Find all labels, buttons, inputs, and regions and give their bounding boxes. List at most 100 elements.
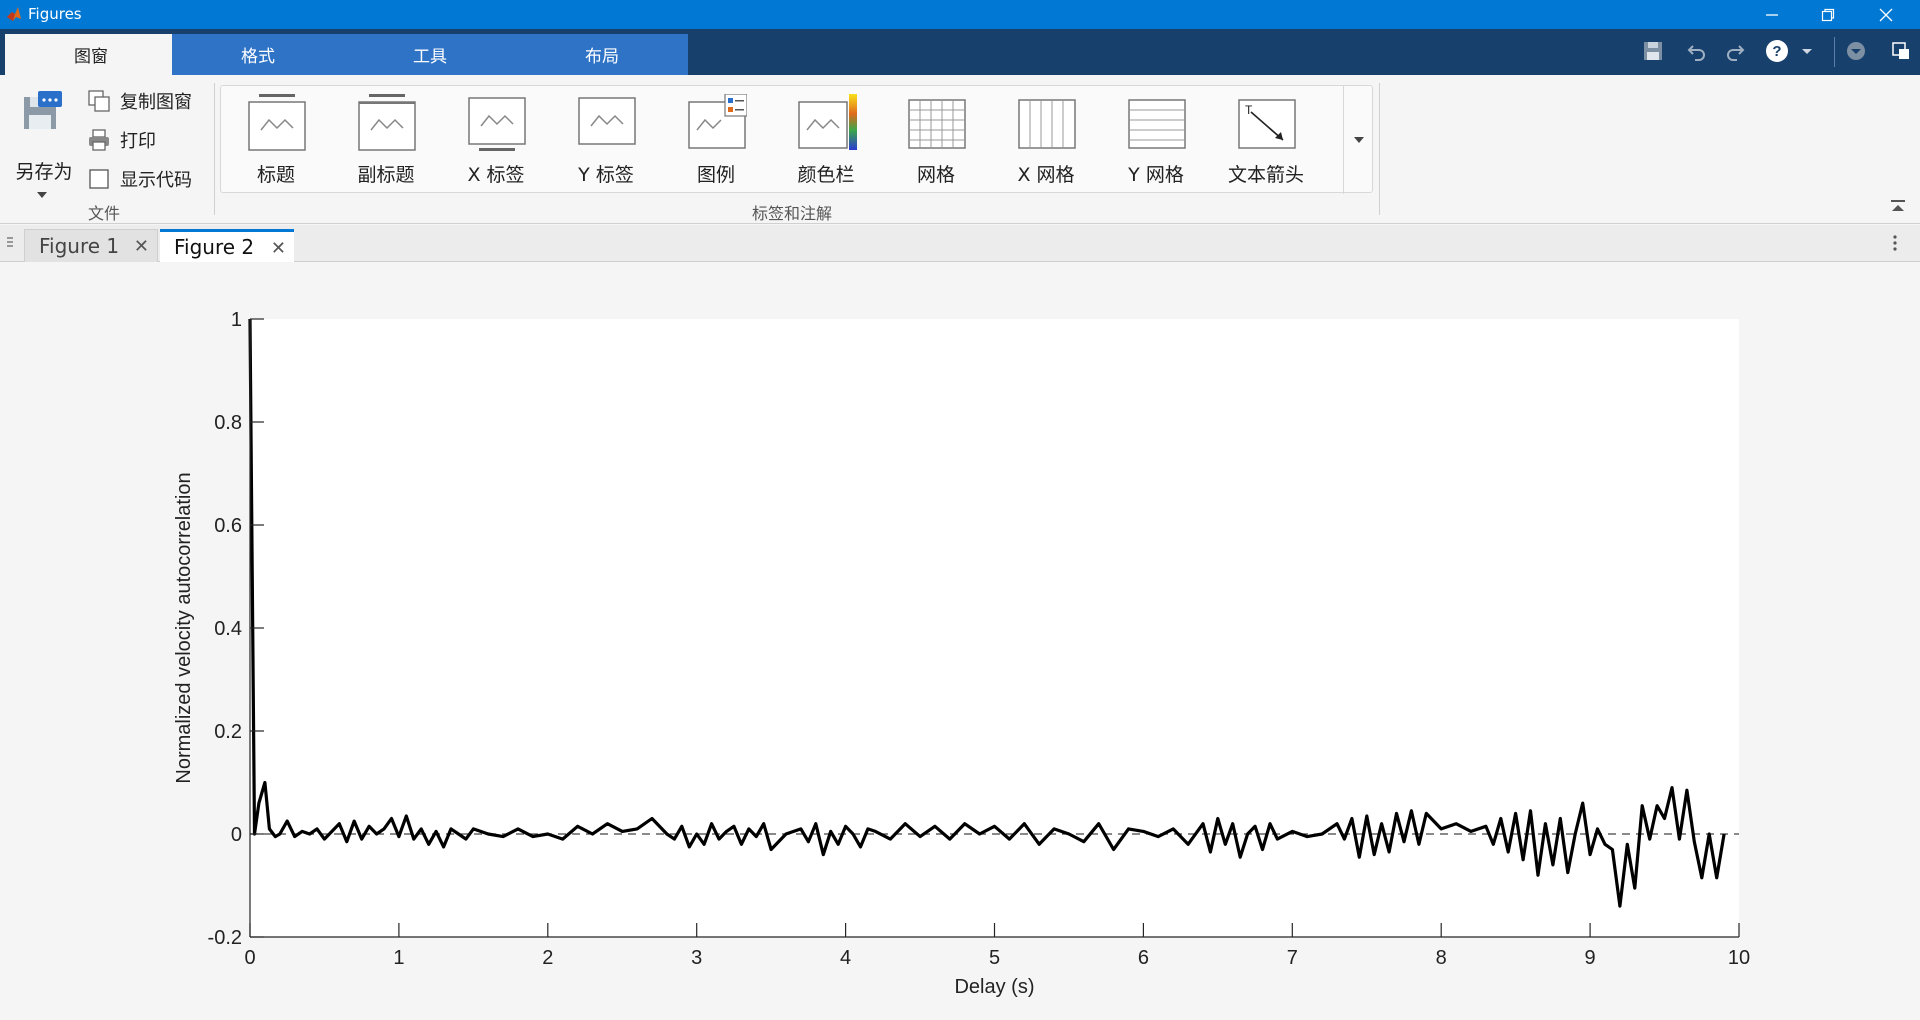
subtitle-button[interactable]: 副标题 — [331, 86, 441, 194]
x-tick-label: 5 — [989, 947, 1000, 969]
section-divider — [1379, 83, 1380, 215]
x-tick-label: 3 — [691, 947, 702, 969]
show-code-checkbox[interactable]: 显示代码 — [86, 163, 192, 195]
y-tick-label: 0.6 — [214, 515, 242, 537]
x-tick-label: 2 — [542, 947, 553, 969]
print-label: 打印 — [120, 131, 156, 152]
x-tick-label: 8 — [1436, 947, 1447, 969]
collapse-ribbon-icon — [1891, 200, 1905, 211]
y-tick-label: 0.4 — [214, 618, 242, 640]
text-arrow-button-label: 文本箭头 — [1227, 164, 1304, 186]
copy-icon — [86, 88, 112, 114]
close-tab-icon[interactable]: ✕ — [271, 238, 286, 259]
redo-icon — [1727, 45, 1745, 61]
title-bar: Figures — [0, 0, 1920, 29]
subtitle-button-label: 副标题 — [357, 164, 415, 186]
checkbox-icon[interactable] — [86, 166, 112, 192]
restore-icon — [1821, 8, 1835, 21]
tab-layout[interactable]: 布局 — [516, 34, 688, 75]
subtitle-icon — [358, 94, 416, 151]
text-arrow-icon: T — [1238, 99, 1296, 149]
xgrid-button[interactable]: X 网格 — [991, 86, 1101, 194]
vertical-ellipsis-icon — [1893, 235, 1897, 251]
help-button[interactable]: ? — [1764, 38, 1790, 64]
legend-icon — [688, 94, 747, 149]
x-tick-label: 1 — [393, 947, 404, 969]
figure-tab-1-label: Figure 1 — [39, 234, 120, 258]
ygrid-icon — [1128, 99, 1186, 149]
undock-button[interactable] — [1888, 38, 1914, 64]
close-window-button[interactable] — [1858, 0, 1914, 29]
ribbon-tab-strip: 图窗 格式 工具 布局 ? — [0, 29, 1920, 75]
file-section-label: 文件 — [88, 204, 121, 223]
ylabel-button-label: Y 标签 — [578, 164, 634, 186]
y-axis-label: Normalized velocity autocorrelation — [173, 472, 195, 783]
chevron-down-icon — [37, 192, 47, 198]
y-tick-label: 0.2 — [214, 721, 242, 743]
window-title: Figures — [28, 5, 82, 23]
more-options-button[interactable] — [1892, 233, 1900, 253]
grid-button[interactable]: 网格 — [881, 86, 991, 194]
drag-handle-icon[interactable] — [6, 235, 14, 251]
figure-tab-2[interactable]: Figure 2 ✕ — [160, 229, 294, 262]
close-icon — [1879, 8, 1893, 21]
xgrid-button-label: X 网格 — [1017, 164, 1075, 186]
title-icon — [248, 94, 306, 151]
line-chart[interactable]: 0 1 2 3 4 5 6 7 8 9 10-0.200.20.40.60.81 Delay (s)… — [0, 262, 1920, 1020]
x-tick-label: 6 — [1138, 947, 1149, 969]
xlabel-icon — [468, 97, 526, 151]
xlabel-button-label: X 标签 — [467, 164, 525, 186]
y-tick-label: 1 — [231, 309, 242, 331]
tab-figure[interactable]: 图窗 — [5, 34, 177, 75]
x-tick-label: 4 — [840, 947, 851, 969]
tab-format[interactable]: 格式 — [172, 34, 344, 75]
save-as-label: 另存为 — [15, 161, 73, 183]
quick-save-button[interactable] — [1640, 38, 1666, 64]
legend-button[interactable]: 图例 — [661, 86, 771, 194]
legend-button-label: 图例 — [696, 164, 735, 186]
grid-button-label: 网格 — [916, 164, 955, 186]
colorbar-icon — [798, 94, 857, 150]
save-as-icon — [24, 91, 62, 129]
collapse-ribbon-button[interactable] — [1888, 197, 1908, 217]
gallery-expand-button[interactable] — [1343, 86, 1373, 194]
copy-figure-button[interactable]: 复制图窗 — [86, 85, 192, 117]
save-as-button[interactable]: 另存为 — [10, 89, 74, 199]
figure-canvas[interactable]: 0 1 2 3 4 5 6 7 8 9 10 -0.2 0 0.2 0.4 0.6 0.8 1 Delay (s)… — [0, 262, 1920, 1020]
minimize-toolstrip-button[interactable] — [1843, 38, 1869, 64]
undock-icon — [1892, 42, 1909, 59]
close-tab-icon[interactable]: ✕ — [134, 236, 149, 257]
chevron-down-icon — [1353, 137, 1364, 143]
colorbar-button[interactable]: 颜色栏 — [771, 86, 881, 194]
annotations-section-label: 标签和注解 — [752, 204, 833, 223]
collapse-circle-icon — [1847, 42, 1865, 60]
help-icon: ? — [1766, 40, 1788, 62]
ylabel-button[interactable]: Y 标签 — [551, 86, 661, 194]
print-button[interactable]: 打印 — [86, 124, 156, 156]
copy-figure-label: 复制图窗 — [120, 92, 192, 113]
minimize-icon — [1766, 13, 1778, 16]
x-tick-label: 0 — [244, 947, 255, 969]
help-dropdown-button[interactable] — [1794, 38, 1820, 64]
figure-tab-1[interactable]: Figure 1 ✕ — [24, 229, 158, 262]
svg-text:T: T — [1245, 103, 1253, 117]
restore-button[interactable] — [1800, 0, 1856, 29]
tab-tools[interactable]: 工具 — [344, 34, 516, 75]
y-tick-label: 0 — [231, 824, 242, 846]
grid-icon — [908, 99, 966, 149]
undo-button[interactable] — [1684, 38, 1710, 64]
figure-tab-2-label: Figure 2 — [174, 235, 255, 259]
ribbon: 另存为 复制图窗 打印 显示代码 文件 标题 副标题 X 标签 Y 标签 图例 … — [0, 75, 1920, 224]
svg-text:?: ? — [1772, 43, 1781, 60]
ygrid-button[interactable]: Y 网格 — [1101, 86, 1211, 194]
redo-button[interactable] — [1722, 38, 1748, 64]
title-button[interactable]: 标题 — [221, 86, 331, 194]
undo-icon — [1687, 45, 1705, 61]
colorbar-button-label: 颜色栏 — [797, 164, 855, 186]
save-icon — [1644, 42, 1662, 60]
y-tick-label: -0.2 — [208, 927, 242, 949]
text-arrow-button[interactable]: T 文本箭头 — [1211, 86, 1321, 194]
minimize-button[interactable] — [1744, 0, 1800, 29]
xgrid-icon — [1018, 99, 1076, 149]
xlabel-button[interactable]: X 标签 — [441, 86, 551, 194]
